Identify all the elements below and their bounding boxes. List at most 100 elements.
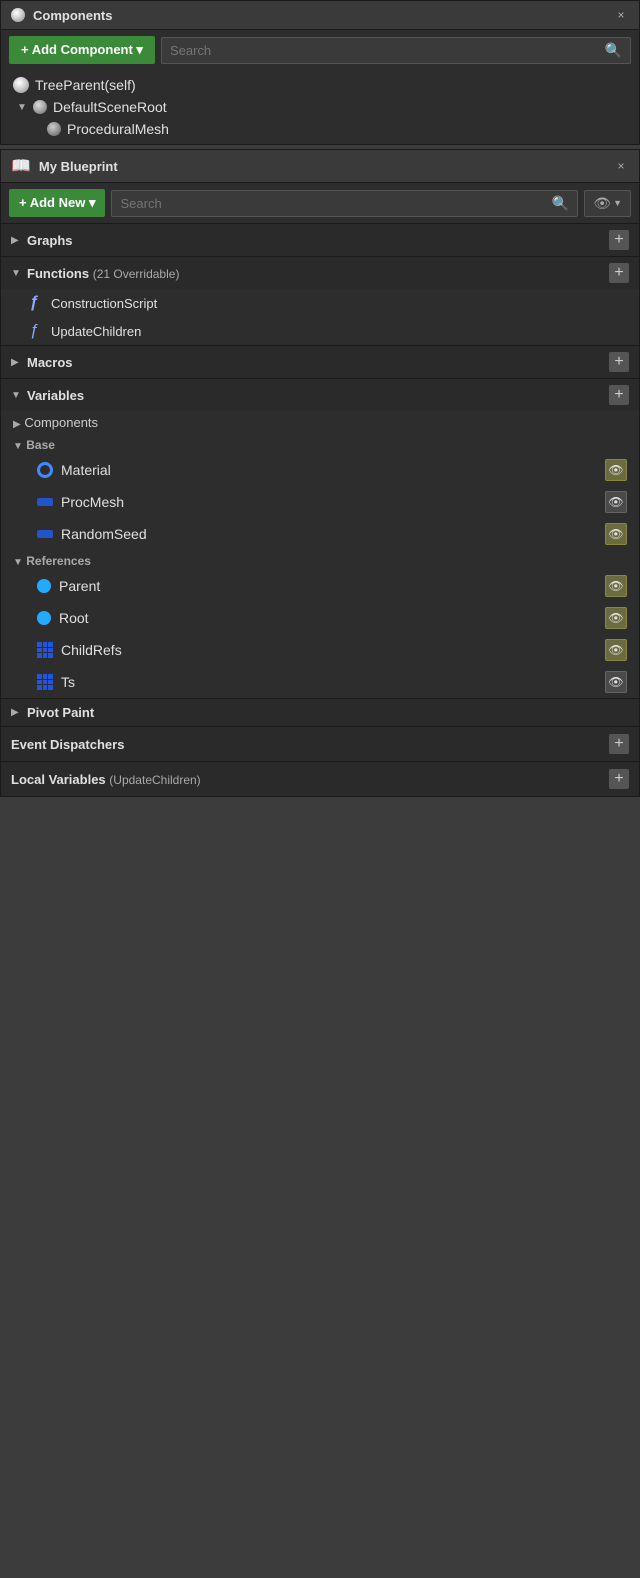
randomseed-eye-icon: 👁 xyxy=(608,527,623,541)
references-label: References xyxy=(26,554,91,568)
pivot-paint-section-header[interactable]: Pivot Paint xyxy=(1,698,639,726)
references-arrow xyxy=(13,557,23,568)
root-label: Root xyxy=(59,610,89,626)
defaultsceneroot-icon xyxy=(33,100,47,114)
variables-components-group[interactable]: Components xyxy=(1,411,639,434)
local-variables-section-header[interactable]: Local Variables (UpdateChildren) + xyxy=(1,761,639,796)
blueprint-close-button[interactable]: × xyxy=(613,158,629,174)
tree-item-defaultsceneroot[interactable]: DefaultSceneRoot xyxy=(1,96,639,118)
material-eye-icon: 👁 xyxy=(608,463,623,477)
ts-label: Ts xyxy=(61,674,75,690)
tree-item-proceduralmesh[interactable]: ProceduralMesh xyxy=(1,118,639,140)
macros-title: Macros xyxy=(27,355,603,370)
local-variables-subtitle: (UpdateChildren) xyxy=(109,773,200,787)
components-toolbar: + Add Component ▾ 🔍 xyxy=(1,30,639,70)
macros-add-button[interactable]: + xyxy=(609,352,629,372)
childrefs-eye-button[interactable]: 👁 xyxy=(605,639,627,661)
components-search-icon: 🔍 xyxy=(605,42,622,59)
functions-arrow xyxy=(11,268,21,279)
local-variables-add-button[interactable]: + xyxy=(609,769,629,789)
base-label: Base xyxy=(26,438,55,452)
parent-eye-button[interactable]: 👁 xyxy=(605,575,627,597)
components-panel-header: Components × xyxy=(1,1,639,30)
func-item-constructionscript[interactable]: ƒ ConstructionScript xyxy=(1,289,639,317)
blueprint-search-icon: 🔍 xyxy=(552,195,569,212)
var-item-material[interactable]: Material 👁 xyxy=(1,454,639,486)
defaultsceneroot-label: DefaultSceneRoot xyxy=(53,99,167,115)
updatechildren-icon: ƒ xyxy=(25,322,43,340)
var-item-randomseed[interactable]: RandomSeed 👁 xyxy=(1,518,639,550)
var-item-parent[interactable]: Parent 👁 xyxy=(1,570,639,602)
blueprint-toolbar: + Add New ▾ 🔍 👁 ▼ xyxy=(1,183,639,223)
components-panel-icon xyxy=(11,8,25,22)
blueprint-panel: 📖 My Blueprint × + Add New ▾ 🔍 👁 ▼ Graph… xyxy=(0,149,640,797)
parent-label: Parent xyxy=(59,578,100,594)
root-eye-button[interactable]: 👁 xyxy=(605,607,627,629)
procmesh-eye-icon: 👁 xyxy=(608,495,623,509)
event-dispatchers-title: Event Dispatchers xyxy=(11,737,603,752)
procmesh-eye-button[interactable]: 👁 xyxy=(605,491,627,513)
functions-section-header[interactable]: Functions (21 Overridable) + xyxy=(1,256,639,289)
parent-eye-icon: 👁 xyxy=(608,579,623,593)
graphs-add-button[interactable]: + xyxy=(609,230,629,250)
parent-icon xyxy=(37,579,51,593)
blueprint-search-box: 🔍 xyxy=(111,190,578,217)
variables-arrow xyxy=(11,390,21,401)
blueprint-search-input[interactable] xyxy=(120,196,547,211)
randomseed-eye-button[interactable]: 👁 xyxy=(605,523,627,545)
components-panel: Components × + Add Component ▾ 🔍 TreePar… xyxy=(0,0,640,145)
variables-add-button[interactable]: + xyxy=(609,385,629,405)
components-panel-title: Components xyxy=(33,8,605,23)
material-icon xyxy=(37,462,53,478)
add-new-button[interactable]: + Add New ▾ xyxy=(9,189,105,217)
graphs-title: Graphs xyxy=(27,233,603,248)
functions-subtitle: (21 Overridable) xyxy=(93,267,180,281)
tree-item-treeparent[interactable]: TreeParent(self) xyxy=(1,74,639,96)
procmesh-label: ProcMesh xyxy=(61,494,124,510)
components-group-label: Components xyxy=(24,415,98,430)
var-item-root[interactable]: Root 👁 xyxy=(1,602,639,634)
var-item-childrefs[interactable]: ChildRefs 👁 xyxy=(1,634,639,666)
macros-section-header[interactable]: Macros + xyxy=(1,345,639,378)
graphs-section-header[interactable]: Graphs + xyxy=(1,223,639,256)
treeparent-label: TreeParent(self) xyxy=(35,77,136,93)
components-search-input[interactable] xyxy=(170,43,601,58)
components-tree: TreeParent(self) DefaultSceneRoot Proced… xyxy=(1,70,639,144)
updatechildren-label: UpdateChildren xyxy=(51,324,141,339)
event-dispatchers-add-button[interactable]: + xyxy=(609,734,629,754)
treeparent-icon xyxy=(13,77,29,93)
func-item-updatechildren[interactable]: ƒ UpdateChildren xyxy=(1,317,639,345)
components-search-box: 🔍 xyxy=(161,37,631,64)
defaultsceneroot-arrow xyxy=(17,102,27,113)
local-variables-title: Local Variables (UpdateChildren) xyxy=(11,772,603,787)
root-eye-icon: 👁 xyxy=(608,611,623,625)
randomseed-label: RandomSeed xyxy=(61,526,147,542)
eye-icon: 👁 xyxy=(593,195,611,212)
event-dispatchers-section-header[interactable]: Event Dispatchers + xyxy=(1,726,639,761)
components-close-button[interactable]: × xyxy=(613,7,629,23)
proceduralmesh-icon xyxy=(47,122,61,136)
ts-icon xyxy=(37,674,53,690)
material-label: Material xyxy=(61,462,111,478)
graphs-arrow xyxy=(11,235,21,246)
base-group-header: Base xyxy=(1,434,639,454)
references-group-header: References xyxy=(1,550,639,570)
constructionscript-label: ConstructionScript xyxy=(51,296,157,311)
functions-add-button[interactable]: + xyxy=(609,263,629,283)
components-group-arrow xyxy=(13,419,21,430)
eye-dropdown-arrow: ▼ xyxy=(613,198,622,208)
base-arrow xyxy=(13,441,23,452)
add-component-button[interactable]: + Add Component ▾ xyxy=(9,36,155,64)
ts-eye-button[interactable]: 👁 xyxy=(605,671,627,693)
randomseed-icon xyxy=(37,530,53,538)
material-eye-button[interactable]: 👁 xyxy=(605,459,627,481)
functions-title: Functions (21 Overridable) xyxy=(27,266,603,281)
blueprint-eye-button[interactable]: 👁 ▼ xyxy=(584,190,631,217)
var-item-procmesh[interactable]: ProcMesh 👁 xyxy=(1,486,639,518)
var-item-ts[interactable]: Ts 👁 xyxy=(1,666,639,698)
childrefs-eye-icon: 👁 xyxy=(608,643,623,657)
pivot-paint-arrow xyxy=(11,707,21,718)
childrefs-icon xyxy=(37,642,53,658)
root-icon xyxy=(37,611,51,625)
variables-section-header[interactable]: Variables + xyxy=(1,378,639,411)
